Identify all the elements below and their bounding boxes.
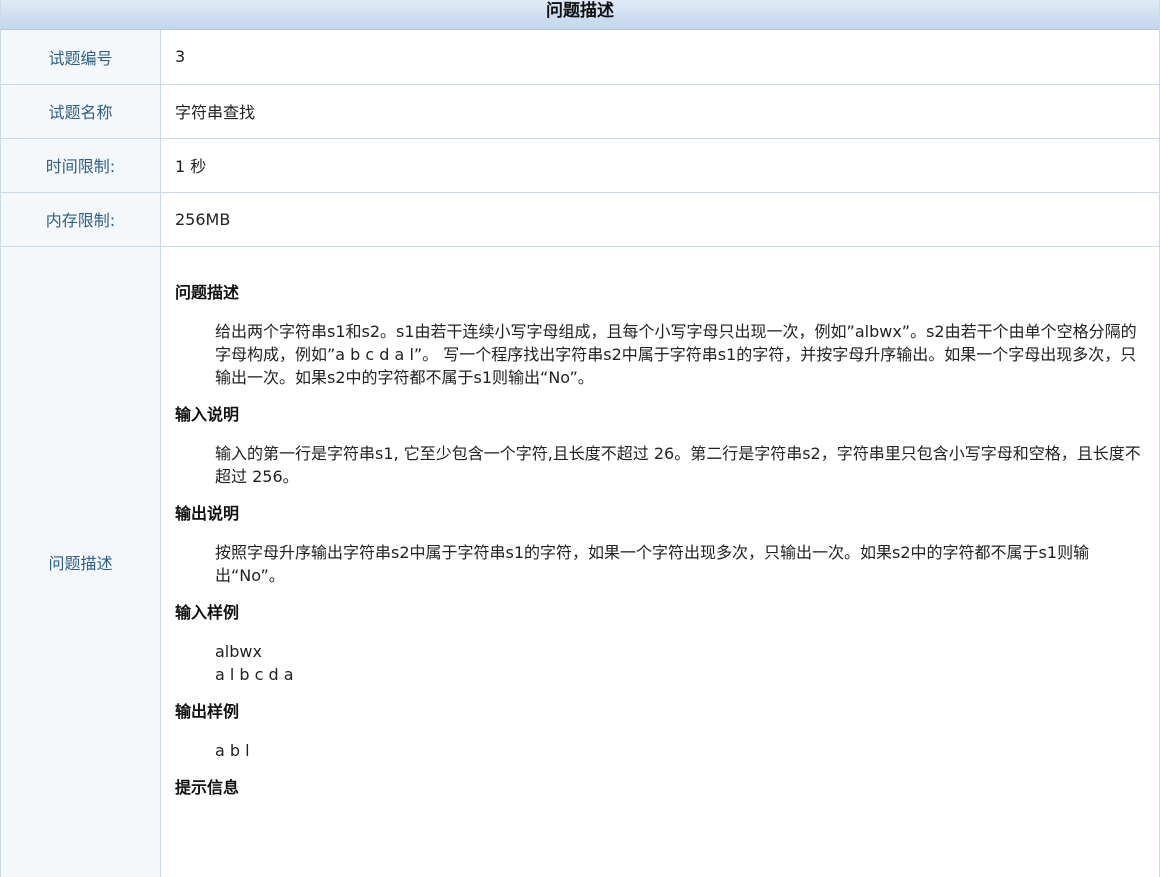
info-row-time-limit: 时间限制: 1 秒 bbox=[1, 138, 1159, 193]
sample-input: albwx a l b c d a bbox=[175, 640, 1144, 686]
problem-page: 问题描述 试题编号 3 试题名称 字符串查找 时间限制: 1 秒 内存限制: 2… bbox=[0, 0, 1160, 877]
info-row-name: 试题名称 字符串查找 bbox=[1, 84, 1159, 139]
section-title: 输出说明 bbox=[175, 503, 240, 523]
section-title: 输出样例 bbox=[175, 701, 240, 721]
info-value: 256MB bbox=[160, 192, 1159, 247]
section-body: 给出两个字符串s1和s2。s1由若干连续小写字母组成，且每个小写字母只出现一次，… bbox=[215, 321, 1137, 387]
section-title: 输入说明 bbox=[175, 404, 240, 424]
info-label: 试题名称 bbox=[1, 84, 161, 139]
info-label: 问题描述 bbox=[1, 246, 161, 877]
info-row-description: 问题描述 问题描述 给出两个字符串s1和s2。s1由若干连续小写字母组成，且每个… bbox=[1, 246, 1159, 877]
page-title: 问题描述 bbox=[546, 1, 614, 21]
info-label: 内存限制: bbox=[1, 192, 161, 247]
section-title: 问题描述 bbox=[175, 282, 240, 302]
info-value: 字符串查找 bbox=[160, 84, 1159, 139]
info-row-id: 试题编号 3 bbox=[1, 30, 1159, 85]
info-value: 1 秒 bbox=[160, 138, 1159, 193]
sample-output: a b l bbox=[175, 739, 1144, 762]
section-body: 输入的第一行是字符串s1, 它至少包含一个字符,且长度不超过 26。第二行是字符… bbox=[215, 443, 1141, 486]
section-title: 提示信息 bbox=[175, 777, 240, 797]
sample-input-line: albwx bbox=[215, 641, 262, 661]
sample-output-line: a b l bbox=[215, 740, 250, 760]
info-row-memory-limit: 内存限制: 256MB bbox=[1, 192, 1159, 247]
section-body: 按照字母升序输出字符串s2中属于字符串s1的字符，如果一个字符出现多次，只输出一… bbox=[215, 542, 1090, 585]
description-content: 问题描述 给出两个字符串s1和s2。s1由若干连续小写字母组成，且每个小写字母只… bbox=[161, 248, 1158, 799]
page-header: 问题描述 bbox=[1, 0, 1159, 30]
description-cell: 问题描述 给出两个字符串s1和s2。s1由若干连续小写字母组成，且每个小写字母只… bbox=[161, 246, 1160, 877]
info-label: 试题编号 bbox=[1, 30, 161, 85]
info-label: 时间限制: bbox=[1, 138, 161, 193]
problem-info-table: 试题编号 3 试题名称 字符串查找 时间限制: 1 秒 内存限制: 256MB … bbox=[1, 30, 1159, 877]
sample-input-line: a l b c d a bbox=[215, 664, 294, 684]
info-value: 3 bbox=[160, 30, 1159, 85]
section-title: 输入样例 bbox=[175, 602, 240, 622]
